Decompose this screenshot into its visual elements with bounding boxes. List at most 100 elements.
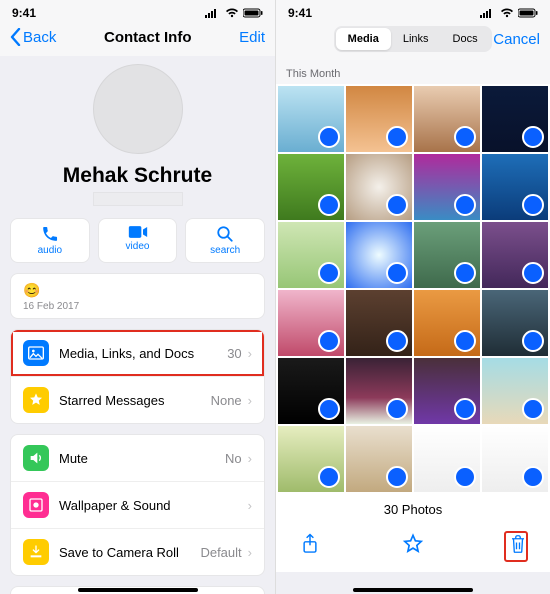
row-value: No — [225, 451, 242, 466]
search-icon — [216, 225, 234, 243]
media-thumb[interactable] — [414, 222, 480, 288]
segmented-control: Media Links Docs — [334, 26, 492, 52]
media-thumb[interactable] — [482, 222, 548, 288]
row-label: Media, Links, and Docs — [59, 346, 227, 361]
media-thumb[interactable] — [346, 426, 412, 492]
status-time: 9:41 — [12, 6, 36, 20]
media-thumb[interactable] — [482, 426, 548, 492]
row-label: Save to Camera Roll — [59, 545, 200, 560]
media-thumb[interactable] — [414, 86, 480, 152]
battery-icon — [243, 8, 263, 18]
media-thumb[interactable] — [278, 222, 344, 288]
status-bar: 9:41 — [276, 0, 550, 22]
media-thumb[interactable] — [414, 154, 480, 220]
contact-name: Mehak Schrute — [10, 164, 265, 188]
media-thumb[interactable] — [346, 154, 412, 220]
video-label: video — [126, 241, 150, 252]
audio-call-button[interactable]: audio — [10, 218, 90, 263]
settings-group: Mute No › Wallpaper & Sound › Save to Ca… — [10, 434, 265, 576]
home-indicator[interactable] — [353, 588, 473, 592]
tab-links[interactable]: Links — [391, 28, 441, 50]
tab-media[interactable]: Media — [336, 28, 391, 50]
signal-icon — [205, 8, 221, 18]
download-icon — [23, 539, 49, 565]
media-thumb[interactable] — [278, 86, 344, 152]
media-thumb[interactable] — [414, 358, 480, 424]
chevron-right-icon: › — [248, 346, 252, 361]
media-thumb[interactable] — [278, 358, 344, 424]
media-grid — [276, 84, 550, 494]
back-button[interactable]: Back — [10, 28, 56, 46]
media-thumb[interactable] — [482, 86, 548, 152]
media-thumb[interactable] — [346, 290, 412, 356]
media-links-docs-row[interactable]: Media, Links, and Docs 30 › — [11, 330, 264, 376]
wallpaper-icon — [23, 492, 49, 518]
chevron-right-icon: › — [248, 545, 252, 560]
video-call-button[interactable]: video — [98, 218, 178, 263]
nav-title: Contact Info — [104, 29, 192, 46]
row-label: Wallpaper & Sound — [59, 498, 248, 513]
mute-row[interactable]: Mute No › — [11, 435, 264, 481]
star-outline-icon — [402, 533, 424, 555]
video-icon — [128, 225, 148, 239]
row-label: Mute — [59, 451, 225, 466]
home-indicator[interactable] — [78, 588, 198, 592]
star-icon — [23, 387, 49, 413]
content-area: Mehak Schrute audio video search 😊 16 Fe… — [0, 56, 275, 594]
chevron-right-icon: › — [248, 498, 252, 513]
search-label: search — [210, 245, 240, 256]
bottom-toolbar — [276, 523, 550, 572]
media-thumb[interactable] — [482, 290, 548, 356]
star-button[interactable] — [401, 533, 425, 560]
media-thumb[interactable] — [278, 290, 344, 356]
chevron-right-icon: › — [248, 451, 252, 466]
status-time: 9:41 — [288, 6, 312, 20]
trash-icon — [509, 534, 527, 554]
battery-icon — [518, 8, 538, 18]
tab-docs[interactable]: Docs — [441, 28, 490, 50]
row-label: Starred Messages — [59, 393, 211, 408]
wifi-icon — [225, 8, 239, 18]
nav-bar: Back Contact Info Edit — [0, 22, 275, 56]
status-emoji: 😊 — [23, 282, 252, 299]
contact-info-screen: 9:41 Back Contact Info Edit Mehak Schrut… — [0, 0, 275, 594]
edit-button[interactable]: Edit — [239, 29, 265, 46]
audio-label: audio — [38, 245, 62, 256]
share-icon — [301, 533, 319, 555]
starred-messages-row[interactable]: Starred Messages None › — [11, 376, 264, 423]
media-thumb[interactable] — [414, 290, 480, 356]
status-card[interactable]: 😊 16 Feb 2017 — [10, 273, 265, 319]
nav-bar: Media Links Docs Cancel — [276, 22, 550, 60]
row-value: Default — [200, 545, 241, 560]
share-button[interactable] — [298, 533, 322, 560]
back-label: Back — [23, 29, 56, 46]
phone-icon — [41, 225, 59, 243]
wallpaper-row[interactable]: Wallpaper & Sound › — [11, 481, 264, 528]
media-gallery-screen: 9:41 Media Links Docs Cancel This Month — [275, 0, 550, 594]
contact-actions: audio video search — [0, 218, 275, 273]
search-button[interactable]: search — [185, 218, 265, 263]
media-thumb[interactable] — [414, 426, 480, 492]
status-date: 16 Feb 2017 — [23, 301, 252, 312]
media-thumb[interactable] — [346, 86, 412, 152]
chevron-left-icon — [10, 28, 21, 46]
media-thumb[interactable] — [482, 358, 548, 424]
speaker-icon — [23, 445, 49, 471]
row-value: 30 — [227, 346, 241, 361]
save-camera-roll-row[interactable]: Save to Camera Roll Default › — [11, 528, 264, 575]
avatar[interactable] — [93, 64, 183, 154]
cancel-button[interactable]: Cancel — [493, 31, 540, 48]
contact-phone-redacted — [93, 192, 183, 206]
media-thumb[interactable] — [346, 222, 412, 288]
wifi-icon — [500, 8, 514, 18]
chevron-right-icon: › — [248, 393, 252, 408]
delete-button[interactable] — [504, 531, 528, 562]
media-thumb[interactable] — [278, 154, 344, 220]
media-thumb[interactable] — [482, 154, 548, 220]
contact-header: Mehak Schrute — [0, 56, 275, 218]
status-bar: 9:41 — [0, 0, 275, 22]
section-header: This Month — [276, 60, 550, 84]
status-icons — [480, 8, 538, 18]
media-thumb[interactable] — [346, 358, 412, 424]
media-thumb[interactable] — [278, 426, 344, 492]
